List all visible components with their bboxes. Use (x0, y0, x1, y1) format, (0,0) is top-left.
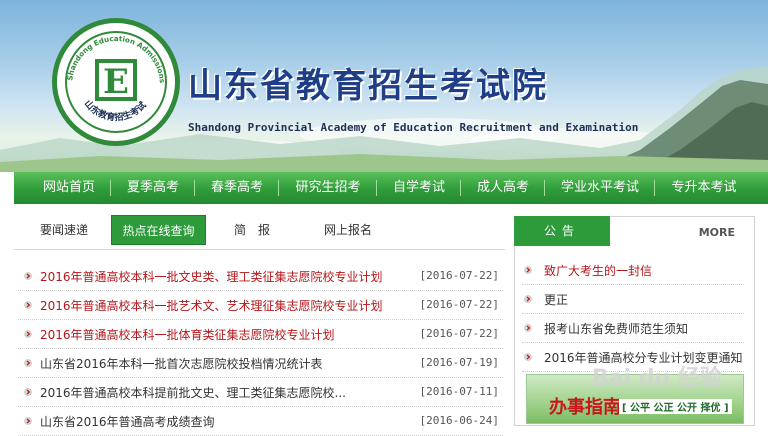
news-link[interactable]: 2016年普通高校本科提前批文史、理工类征集志愿院校... (40, 384, 346, 401)
notice-link[interactable]: 致广大考生的一封信 (544, 262, 652, 279)
nav-self-study-exam[interactable]: 自学考试 (378, 172, 460, 204)
emblem-letter: E (103, 62, 129, 102)
nav-divider (460, 180, 461, 196)
bullet-icon (524, 266, 532, 274)
tabs-divider (14, 249, 505, 250)
list-item: 报考山东省免费师范生须知 (522, 314, 744, 343)
list-item: 2016年普通高校本科一批艺术文、艺术理征集志愿院校专业计划 [2016-07-… (18, 291, 503, 320)
nav-proficiency-exam[interactable]: 学业水平考试 (546, 172, 654, 204)
header-banner: Shandong Education Admissions & Examinat… (0, 0, 768, 172)
site-subtitle: Shandong Provincial Academy of Education… (188, 121, 639, 134)
news-date: [2016-06-24] (419, 414, 499, 427)
notice-link[interactable]: 更正 (544, 291, 568, 308)
list-item: 2016年普通高校本科一批文史类、理工类征集志愿院校专业计划 [2016-07-… (18, 262, 503, 291)
bullet-icon (24, 388, 32, 396)
nav-divider (654, 180, 655, 196)
service-guide-title: 办事指南 (549, 397, 621, 418)
news-date: [2016-07-22] (419, 327, 499, 340)
news-date: [2016-07-19] (419, 356, 499, 369)
notice-header: 公告 MORE (514, 216, 755, 246)
more-link[interactable]: MORE (699, 226, 735, 239)
nav-divider (110, 180, 111, 196)
bullet-icon (24, 359, 32, 367)
list-item: 2016年普通高校本科一批体育类征集志愿院校专业计划 [2016-07-22] (18, 320, 503, 349)
bullet-icon (524, 295, 532, 303)
list-item: 更正 (522, 285, 744, 314)
nav-summer-exam[interactable]: 夏季高考 (112, 172, 194, 204)
nav-adult-exam[interactable]: 成人高考 (462, 172, 544, 204)
service-guide-slogan: [ 公平 公正 公开 择优 ] (619, 399, 732, 414)
nav-home[interactable]: 网站首页 (28, 172, 110, 204)
news-link[interactable]: 2016年普通高校本科一批艺术文、艺术理征集志愿院校专业计划 (40, 297, 383, 314)
nav-divider (376, 180, 377, 196)
nav-spring-exam[interactable]: 春季高考 (196, 172, 278, 204)
nav-divider (194, 180, 195, 196)
news-link[interactable]: 2016年普通高校本科一批体育类征集志愿院校专业计划 (40, 326, 335, 343)
bullet-icon (524, 324, 532, 332)
tab-briefing[interactable]: 简 报 (214, 215, 290, 245)
list-item: 致广大考生的一封信 (522, 256, 744, 285)
nav-divider (278, 180, 279, 196)
tab-news-express[interactable]: 要闻速递 (26, 215, 102, 245)
bullet-icon (24, 330, 32, 338)
nav-upgrade-exam[interactable]: 专升本考试 (656, 172, 752, 204)
list-item: 山东省2016年本科一批首次志愿院校投档情况统计表 [2016-07-19] (18, 349, 503, 378)
baidu-watermark: Bai du 经验 (592, 366, 722, 391)
news-link[interactable]: 山东省2016年本科一批首次志愿院校投档情况统计表 (40, 355, 323, 372)
notice-list: 致广大考生的一封信 更正 报考山东省免费师范生须知 2016年普通高校分专业计划… (522, 256, 744, 372)
nav-divider (544, 180, 545, 196)
news-tabs: 要闻速递 热点在线查询 简 报 网上报名 (14, 215, 505, 247)
notice-link[interactable]: 报考山东省免费师范生须知 (544, 320, 688, 337)
notice-tab[interactable]: 公告 (514, 216, 610, 246)
news-date: [2016-07-22] (419, 298, 499, 311)
bullet-icon (524, 353, 532, 361)
logo-emblem: Shandong Education Admissions & Examinat… (52, 18, 180, 146)
news-date: [2016-07-11] (419, 385, 499, 398)
bullet-icon (24, 272, 32, 280)
main-nav: 网站首页 夏季高考 春季高考 研究生招考 自学考试 成人高考 学业水平考试 专升… (14, 172, 768, 204)
news-link[interactable]: 山东省2016年普通高考成绩查询 (40, 413, 215, 430)
site-title: 山东省教育招生考试院 (188, 66, 548, 106)
news-list: 2016年普通高校本科一批文史类、理工类征集志愿院校专业计划 [2016-07-… (18, 262, 503, 436)
nav-graduate-exam[interactable]: 研究生招考 (280, 172, 376, 204)
tab-hot-query[interactable]: 热点在线查询 (111, 215, 206, 245)
bullet-icon (24, 301, 32, 309)
list-item: 2016年普通高校本科提前批文史、理工类征集志愿院校... [2016-07-1… (18, 378, 503, 407)
list-item: 山东省2016年普通高考成绩查询 [2016-06-24] (18, 407, 503, 436)
emblem-graphic: Shandong Education Admissions & Examinat… (57, 23, 167, 123)
tab-online-registration[interactable]: 网上报名 (310, 215, 386, 245)
news-link[interactable]: 2016年普通高校本科一批文史类、理工类征集志愿院校专业计划 (40, 268, 383, 285)
news-date: [2016-07-22] (419, 269, 499, 282)
